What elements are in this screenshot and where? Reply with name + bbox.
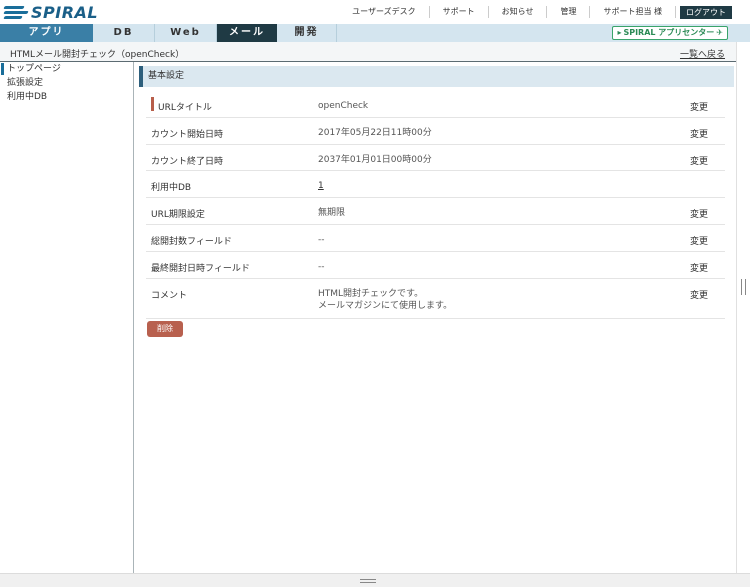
change-link[interactable]: 変更: [690, 261, 708, 274]
link-news[interactable]: お知らせ: [489, 6, 548, 18]
header: SPIRAL ユーザーズデスク サポート お知らせ 管理 サポート担当 様 ログ…: [0, 0, 750, 24]
db-link[interactable]: 1: [318, 180, 324, 192]
row-value: openCheck: [318, 101, 369, 111]
comment-value: HTML開封チェックです。 メールマガジンにて使用します。: [318, 288, 452, 312]
main-nav: アプリ DB Web メール 開発 ▸ SPIRAL アプリセンター ✈: [0, 24, 750, 42]
row-label: カウント終了日時: [151, 156, 224, 167]
vertical-splitter[interactable]: [736, 42, 750, 573]
tab-dev[interactable]: 開発: [277, 24, 337, 42]
resize-grip-icon: [741, 279, 746, 295]
comment-line-2: メールマガジンにて使用します。: [318, 300, 453, 311]
change-link[interactable]: 変更: [690, 207, 708, 220]
delete-button[interactable]: 削除: [147, 321, 183, 337]
resize-grip-icon: [360, 579, 376, 583]
row-label: カウント開始日時: [151, 129, 224, 140]
tab-web[interactable]: Web: [155, 24, 217, 42]
link-support[interactable]: サポート: [430, 6, 489, 18]
table-row: URLタイトル openCheck 変更: [146, 91, 725, 118]
link-users-desk[interactable]: ユーザーズデスク: [339, 6, 430, 18]
breadcrumb: HTMLメール開封チェック（openCheck） 一覧へ戻る: [0, 42, 736, 62]
page-title: HTMLメール開封チェック（openCheck）: [10, 50, 185, 60]
sidebar-item-extended-settings[interactable]: 拡張設定: [0, 76, 133, 90]
bottom-splitter[interactable]: [0, 573, 750, 587]
logo-mark-icon: [3, 4, 30, 20]
main-content: 基本設定 URLタイトル openCheck 変更 カウント開始日時 2017年…: [137, 62, 736, 573]
row-label: 最終開封日時フィールド: [151, 263, 250, 274]
row-label: URLタイトル: [158, 103, 212, 113]
rocket-icon: ✈: [716, 28, 723, 37]
app-center-label: SPIRAL アプリセンター: [623, 28, 715, 37]
table-row: コメント HTML開封チェックです。 メールマガジンにて使用します。 変更: [146, 279, 725, 319]
spiral-logo[interactable]: SPIRAL: [3, 2, 99, 22]
table-row: 最終開封日時フィールド -- 変更: [146, 252, 725, 279]
user-name[interactable]: サポート担当 様: [590, 6, 676, 18]
change-link[interactable]: 変更: [690, 127, 708, 140]
row-label: 総開封数フィールド: [151, 236, 232, 247]
row-value: --: [318, 261, 325, 272]
app-center-button[interactable]: ▸ SPIRAL アプリセンター ✈: [612, 26, 728, 40]
row-label: URL期限設定: [151, 210, 205, 221]
row-value: --: [318, 234, 325, 245]
table-row: URL期限設定 無期限 変更: [146, 198, 725, 225]
change-link[interactable]: 変更: [690, 234, 708, 247]
back-to-list-link[interactable]: 一覧へ戻る: [680, 47, 725, 60]
row-marker: [151, 97, 154, 111]
sidebar-item-db-in-use[interactable]: 利用中DB: [0, 90, 133, 104]
row-label: 利用中DB: [151, 183, 192, 194]
section-title: 基本設定: [139, 66, 734, 87]
tab-app[interactable]: アプリ: [0, 24, 93, 42]
arrow-right-icon: ▸: [617, 28, 622, 37]
table-row: 利用中DB 1: [146, 171, 725, 199]
table-row: カウント終了日時 2037年01月01日00時00分 変更: [146, 145, 725, 172]
settings-table: URLタイトル openCheck 変更 カウント開始日時 2017年05月22…: [146, 91, 725, 319]
table-row: 総開封数フィールド -- 変更: [146, 225, 725, 252]
row-value: 2017年05月22日11時00分: [318, 127, 432, 138]
logout-button[interactable]: ログアウト: [680, 5, 732, 19]
link-admin[interactable]: 管理: [547, 6, 591, 18]
tab-mail[interactable]: メール: [217, 24, 277, 42]
row-label: コメント: [151, 290, 188, 301]
row-value: 無期限: [318, 208, 346, 219]
sidebar-item-top[interactable]: トップページ: [0, 62, 133, 76]
row-value: 2037年01月01日00時00分: [318, 154, 432, 165]
table-row: カウント開始日時 2017年05月22日11時00分 変更: [146, 118, 725, 145]
logo-text: SPIRAL: [31, 2, 99, 22]
comment-line-1: HTML開封チェックです。: [318, 288, 424, 299]
sidebar: トップページ 拡張設定 利用中DB: [0, 62, 134, 573]
change-link[interactable]: 変更: [690, 288, 708, 301]
tab-db[interactable]: DB: [93, 24, 155, 42]
top-nav: ユーザーズデスク サポート お知らせ 管理 サポート担当 様 ログアウト: [339, 5, 732, 19]
change-link[interactable]: 変更: [690, 100, 708, 113]
change-link[interactable]: 変更: [690, 154, 708, 167]
